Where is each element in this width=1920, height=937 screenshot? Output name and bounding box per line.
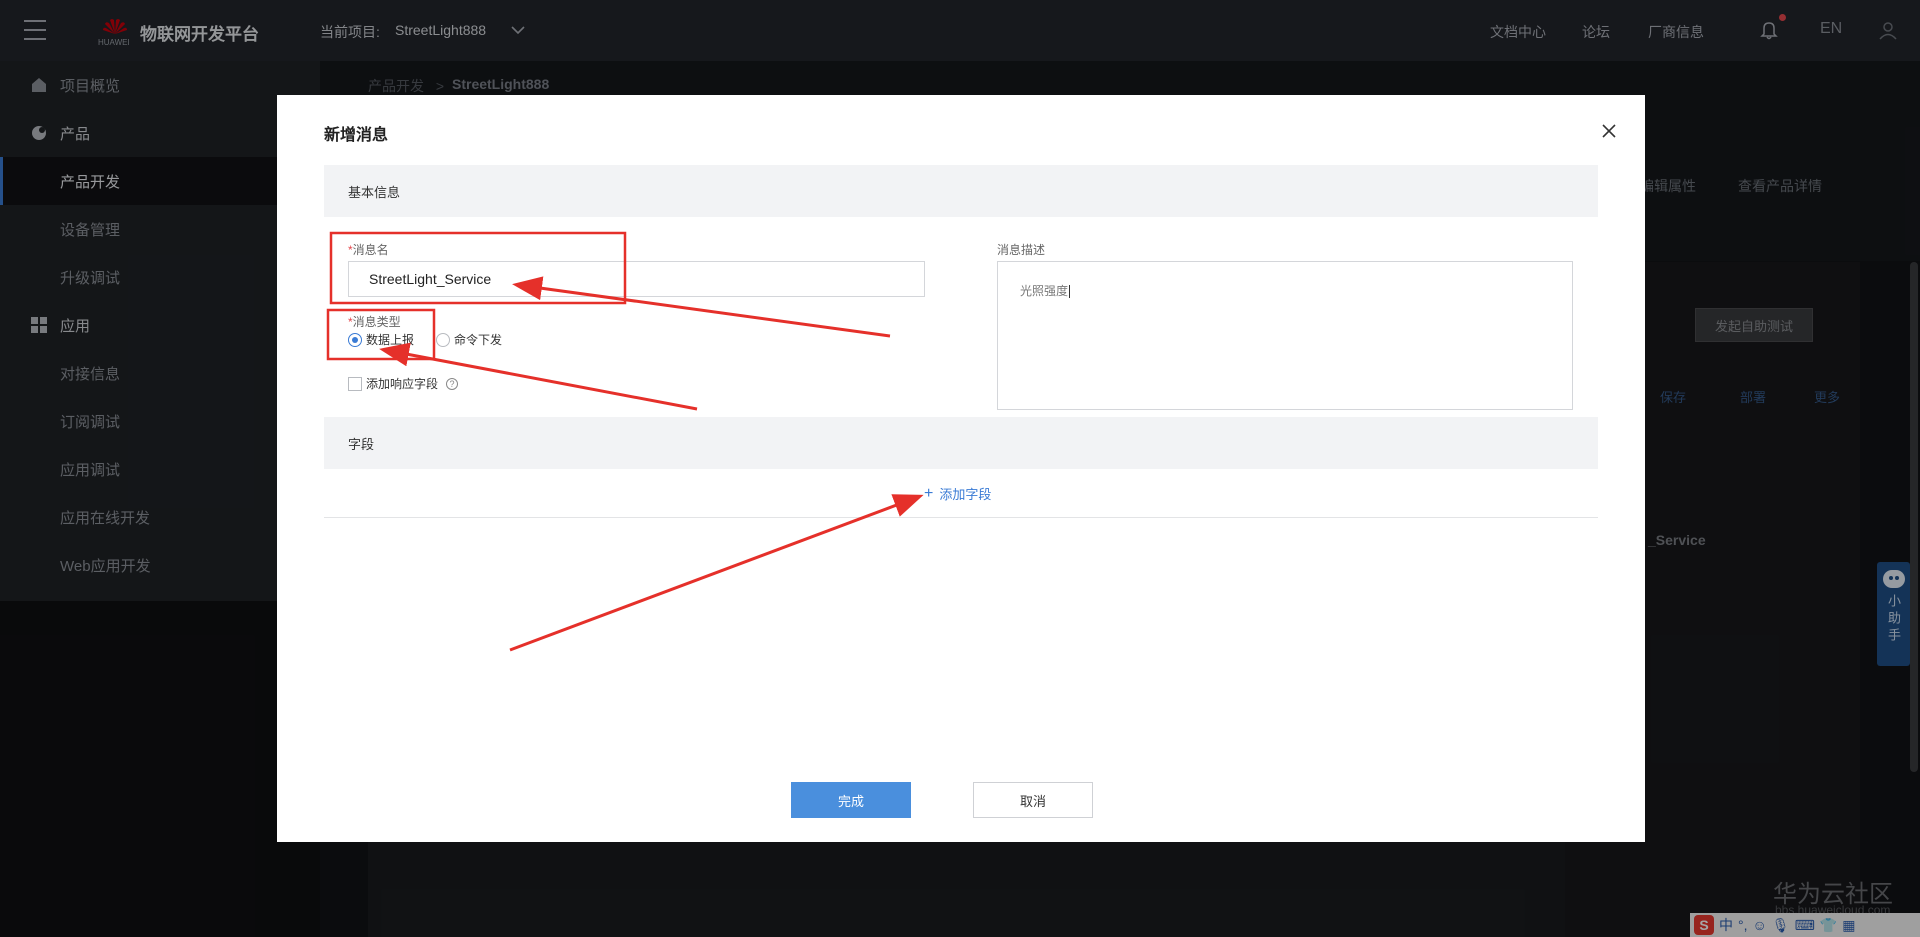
msg-name-label: *消息名: [348, 243, 389, 257]
divider: [324, 517, 1598, 518]
msg-desc-textarea[interactable]: 光照强度: [997, 261, 1573, 410]
msg-desc-value: 光照强度: [1020, 284, 1069, 298]
section-fields: 字段: [324, 417, 1598, 469]
add-response-row: 添加响应字段 ?: [348, 375, 459, 392]
add-response-checkbox[interactable]: [348, 376, 362, 391]
section-basic-info: 基本信息: [324, 165, 1598, 217]
msg-type-radio-group: 数据上报 命令下发: [348, 331, 502, 348]
msg-desc-label: 消息描述: [997, 243, 1046, 257]
close-icon[interactable]: [1599, 121, 1619, 141]
radio-command-send[interactable]: [436, 332, 451, 347]
add-field-label: 添加字段: [939, 487, 992, 502]
add-field-button[interactable]: + 添加字段: [924, 484, 991, 503]
cancel-button[interactable]: 取消: [973, 782, 1093, 818]
plus-icon: +: [924, 484, 934, 502]
msg-type-label: *消息类型: [348, 315, 401, 329]
dialog-title: 新增消息: [324, 127, 389, 144]
text-caret: [1069, 285, 1071, 299]
add-response-label[interactable]: 添加响应字段: [366, 375, 438, 392]
done-button[interactable]: 完成: [791, 782, 911, 818]
radio-command-send-label[interactable]: 命令下发: [454, 331, 502, 348]
msg-name-input[interactable]: StreetLight_Service: [348, 261, 925, 297]
radio-data-report-label[interactable]: 数据上报: [366, 331, 414, 348]
add-message-dialog: 新增消息 基本信息 *消息名 StreetLight_Service 消息描述 …: [277, 95, 1645, 842]
radio-data-report[interactable]: [348, 332, 362, 347]
help-icon[interactable]: ?: [446, 377, 459, 390]
